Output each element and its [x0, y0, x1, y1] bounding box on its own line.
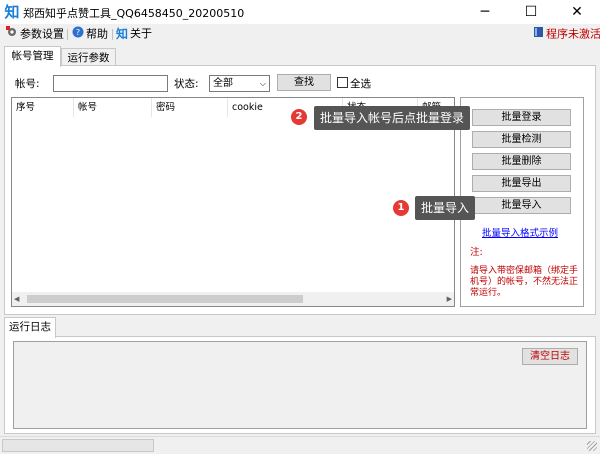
scroll-left-icon[interactable]: ◀	[14, 295, 19, 303]
menu-label-about: 关于	[130, 27, 153, 40]
select-all-checkbox[interactable]	[337, 77, 348, 88]
help-icon: ?	[72, 26, 84, 43]
note-label: 注:	[470, 247, 483, 258]
title-bar: 知 郑西知乎点赞工具_QQ6458450_20200510 ─ ☐ ✕	[0, 0, 600, 24]
status-select[interactable]: 全部 ⌵	[209, 75, 270, 92]
import-format-example-link[interactable]: 批量导入格式示例	[482, 225, 558, 239]
app-icon: 知	[4, 3, 20, 21]
menu-label-settings: 参数设置	[20, 27, 64, 41]
batch-import-button[interactable]: 批量导入	[472, 197, 571, 214]
search-button[interactable]: 查找	[277, 74, 331, 91]
log-panel: 清空日志	[4, 336, 596, 434]
status-label: 状态:	[174, 78, 199, 90]
status-select-value: 全部	[213, 78, 233, 89]
batch-export-button[interactable]: 批量导出	[472, 175, 571, 192]
menu-separator	[67, 29, 68, 40]
batch-delete-button[interactable]: 批量删除	[472, 153, 571, 170]
callout-login-hint: 批量导入帐号后点批量登录	[314, 106, 471, 130]
batch-actions-panel: 批量登录 批量检测 批量删除 批量导出 批量导入 批量导入格式示例 注: 请导入…	[460, 97, 584, 307]
maximize-button[interactable]: ☐	[508, 0, 554, 24]
tab-account-management[interactable]: 帐号管理	[4, 46, 61, 67]
minimize-button[interactable]: ─	[462, 0, 508, 24]
chevron-down-icon: ⌵	[259, 79, 266, 88]
tab-run-log[interactable]: 运行日志	[4, 317, 56, 338]
gear-icon	[6, 26, 18, 43]
callout-badge-1: 1	[393, 200, 409, 216]
menu-bar: 参数设置 ? 帮助 知关于 程序未激活	[0, 24, 600, 44]
callout-import-hint: 批量导入	[415, 196, 476, 220]
column-header-password[interactable]: 密码	[152, 98, 228, 117]
status-segment	[2, 439, 154, 452]
svg-text:?: ?	[76, 28, 80, 37]
clear-log-button[interactable]: 清空日志	[522, 348, 578, 365]
column-header-account[interactable]: 帐号	[74, 98, 152, 117]
book-icon	[533, 26, 544, 43]
select-all-label: 全选	[350, 78, 371, 90]
menu-item-settings[interactable]: 参数设置	[6, 26, 64, 42]
log-area[interactable]: 清空日志	[13, 341, 587, 429]
activation-status[interactable]: 程序未激活	[533, 26, 600, 42]
resize-grip[interactable]	[587, 441, 597, 451]
scrollbar-thumb[interactable]	[27, 295, 303, 303]
column-header-index[interactable]: 序号	[12, 98, 74, 117]
import-warning-text: 请导入带密保邮箱（绑定手机号）的帐号，不然无法正常运行。	[470, 266, 579, 298]
menu-item-help[interactable]: ? 帮助	[72, 26, 108, 42]
window-title: 郑西知乎点赞工具_QQ6458450_20200510	[23, 7, 245, 20]
activation-label: 程序未激活	[546, 27, 600, 41]
menu-separator	[112, 29, 113, 40]
account-search-input[interactable]	[53, 75, 168, 92]
zhi-icon: 知	[116, 27, 129, 41]
horizontal-scrollbar[interactable]: ◀ ▶	[12, 292, 454, 306]
callout-badge-2: 2	[291, 109, 307, 125]
close-button[interactable]: ✕	[554, 0, 600, 24]
scroll-right-icon[interactable]: ▶	[447, 295, 452, 303]
batch-login-button[interactable]: 批量登录	[472, 109, 571, 126]
batch-check-button[interactable]: 批量检测	[472, 131, 571, 148]
account-label: 帐号:	[15, 78, 40, 90]
menu-item-about[interactable]: 知关于	[116, 26, 152, 42]
status-bar	[0, 436, 600, 454]
menu-label-help: 帮助	[86, 27, 108, 41]
